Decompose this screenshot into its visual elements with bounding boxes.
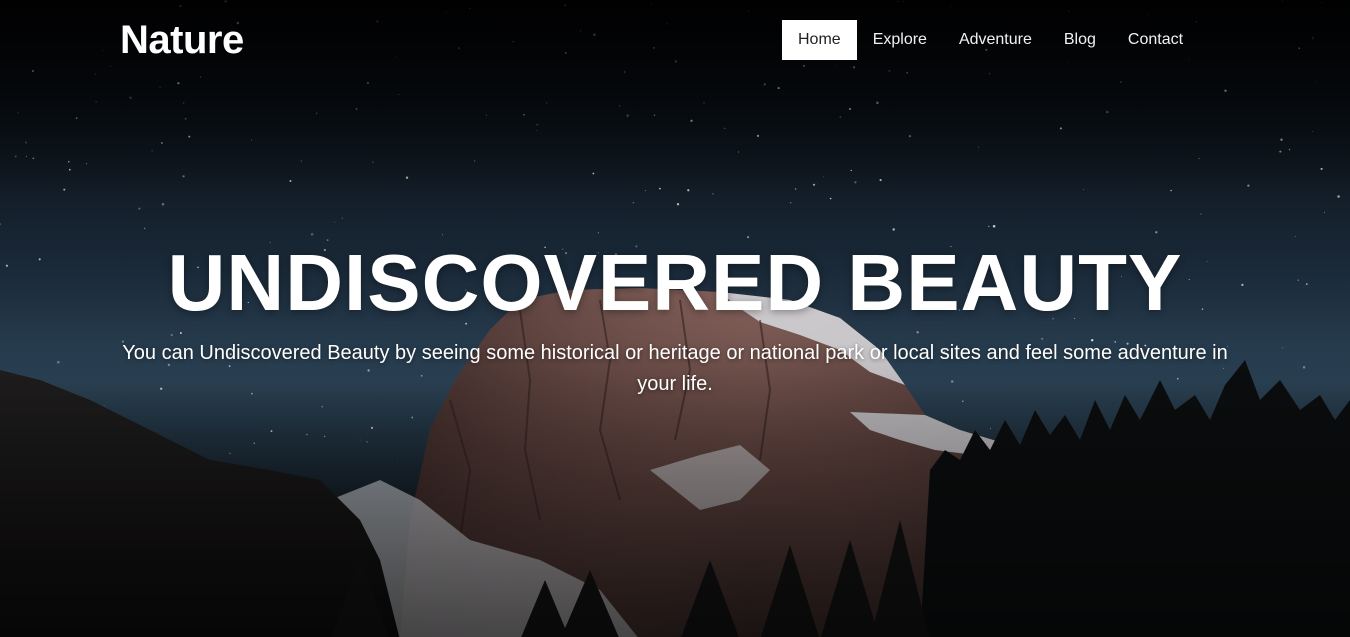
hero-title: UNDISCOVERED BEAUTY: [167, 238, 1183, 327]
site-logo[interactable]: Nature: [120, 18, 244, 62]
nav-item-adventure[interactable]: Adventure: [943, 20, 1048, 60]
hero-content: UNDISCOVERED BEAUTY You can Undiscovered…: [0, 238, 1350, 400]
site-header: Nature Home Explore Adventure Blog Conta…: [0, 0, 1350, 80]
hero-section: Nature Home Explore Adventure Blog Conta…: [0, 0, 1350, 637]
hero-subtitle: You can Undiscovered Beauty by seeing so…: [122, 342, 1228, 395]
nav-item-home[interactable]: Home: [782, 20, 857, 60]
nav-item-contact[interactable]: Contact: [1112, 20, 1199, 60]
nav-item-explore[interactable]: Explore: [857, 20, 943, 60]
nav-item-blog[interactable]: Blog: [1048, 20, 1112, 60]
main-navigation: Home Explore Adventure Blog Contact: [782, 20, 1199, 60]
